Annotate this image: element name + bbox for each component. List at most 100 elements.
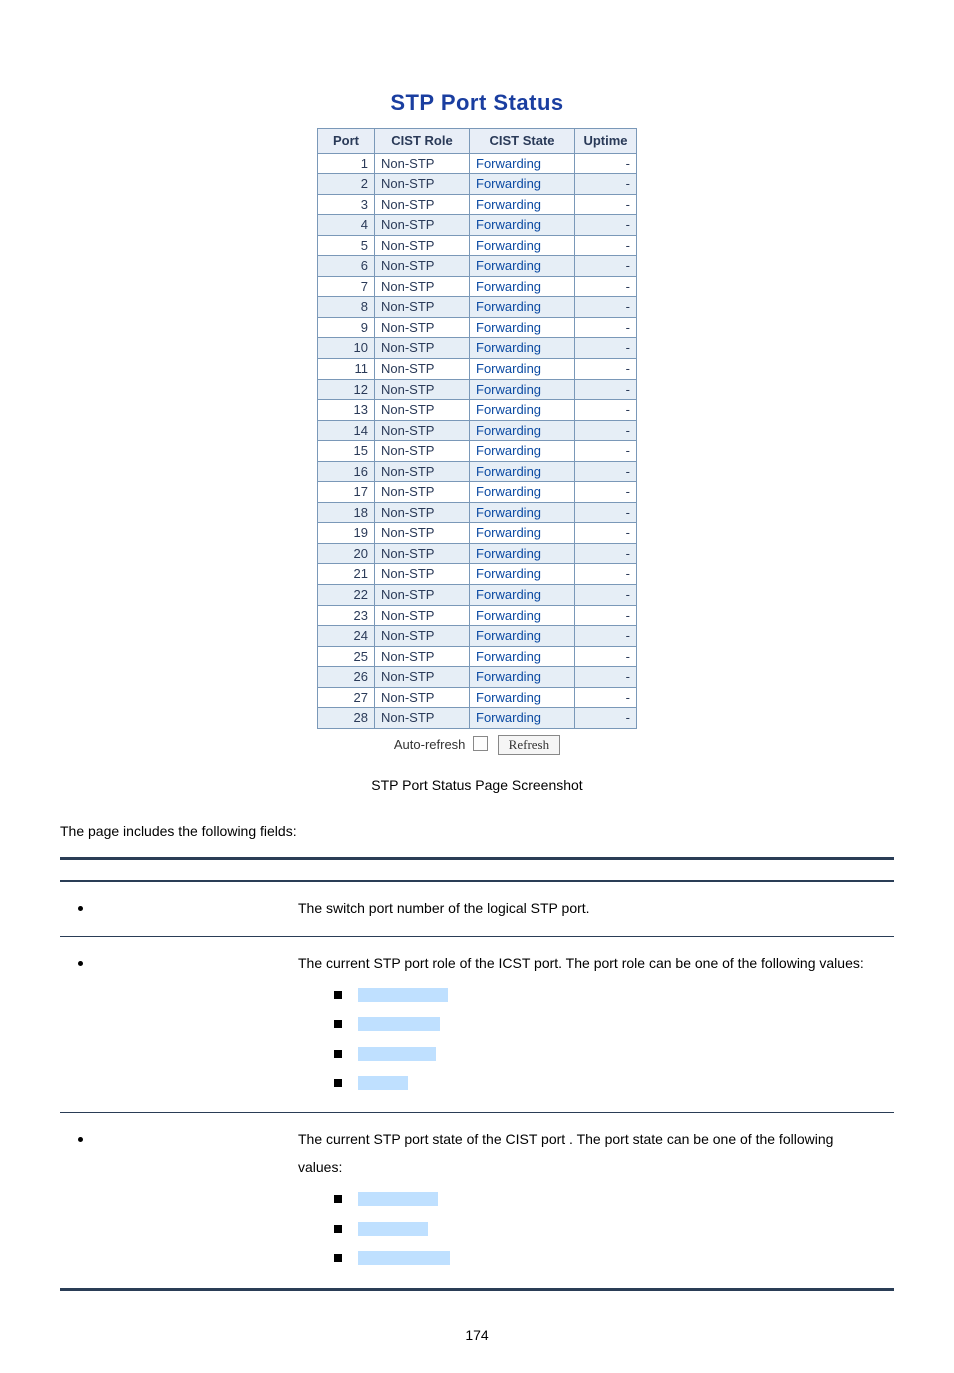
table-row: 6Non-STPForwarding-	[318, 256, 637, 277]
uptime-cell: -	[575, 256, 637, 277]
table-row: 12Non-STPForwarding-	[318, 379, 637, 400]
uptime-cell: -	[575, 461, 637, 482]
state-cell: Forwarding	[470, 543, 575, 564]
port-cell: 7	[318, 276, 375, 297]
table-row: 18Non-STPForwarding-	[318, 502, 637, 523]
role-cell: Non-STP	[375, 482, 470, 503]
port-cell: 5	[318, 235, 375, 256]
uptime-cell: -	[575, 359, 637, 380]
state-cell: Forwarding	[470, 441, 575, 462]
table-row: 15Non-STPForwarding-	[318, 441, 637, 462]
port-cell: 13	[318, 400, 375, 421]
page-number: 174	[60, 1327, 894, 1343]
port-cell: 12	[318, 379, 375, 400]
state-cell: Forwarding	[470, 235, 575, 256]
auto-refresh-label: Auto-refresh	[394, 737, 466, 752]
redacted-value	[358, 1251, 450, 1265]
port-cell: 8	[318, 297, 375, 318]
role-cell: Non-STP	[375, 420, 470, 441]
redacted-value	[358, 1222, 428, 1236]
role-cell: Non-STP	[375, 646, 470, 667]
state-cell: Forwarding	[470, 646, 575, 667]
uptime-cell: -	[575, 297, 637, 318]
state-cell: Forwarding	[470, 605, 575, 626]
port-cell: 6	[318, 256, 375, 277]
desc-row-cist-state: The current STP port state of the CIST p…	[60, 1113, 894, 1289]
uptime-cell: -	[575, 400, 637, 421]
state-cell: Forwarding	[470, 564, 575, 585]
redacted-value	[358, 1017, 440, 1031]
redacted-value	[358, 1047, 436, 1061]
uptime-cell: -	[575, 564, 637, 585]
table-row: 27Non-STPForwarding-	[318, 687, 637, 708]
role-cell: Non-STP	[375, 605, 470, 626]
desc-row-port: The switch port number of the logical ST…	[60, 881, 894, 937]
role-cell: Non-STP	[375, 317, 470, 338]
role-cell: Non-STP	[375, 708, 470, 729]
uptime-cell: -	[575, 626, 637, 647]
role-cell: Non-STP	[375, 626, 470, 647]
table-row: 24Non-STPForwarding-	[318, 626, 637, 647]
uptime-cell: -	[575, 379, 637, 400]
auto-refresh-checkbox[interactable]	[473, 736, 488, 751]
port-cell: 19	[318, 523, 375, 544]
bullet-icon	[78, 961, 83, 966]
square-icon	[334, 1079, 342, 1087]
port-cell: 17	[318, 482, 375, 503]
state-values-list	[334, 1185, 880, 1273]
bullet-icon	[78, 1137, 83, 1142]
col-uptime: Uptime	[575, 129, 637, 154]
role-values-list	[334, 981, 880, 1099]
state-cell: Forwarding	[470, 461, 575, 482]
square-icon	[334, 1225, 342, 1233]
role-cell: Non-STP	[375, 235, 470, 256]
uptime-cell: -	[575, 687, 637, 708]
port-cell: 28	[318, 708, 375, 729]
role-cell: Non-STP	[375, 667, 470, 688]
table-row: 21Non-STPForwarding-	[318, 564, 637, 585]
fields-description-table: The switch port number of the logical ST…	[60, 857, 894, 1291]
uptime-cell: -	[575, 194, 637, 215]
square-icon	[334, 1195, 342, 1203]
role-cell: Non-STP	[375, 523, 470, 544]
role-cell: Non-STP	[375, 194, 470, 215]
role-cell: Non-STP	[375, 215, 470, 236]
state-cell: Forwarding	[470, 338, 575, 359]
square-icon	[334, 1020, 342, 1028]
port-cell: 2	[318, 174, 375, 195]
table-row: 26Non-STPForwarding-	[318, 667, 637, 688]
table-row: 3Non-STPForwarding-	[318, 194, 637, 215]
desc-row-cist-role: The current STP port role of the ICST po…	[60, 936, 894, 1113]
table-row: 20Non-STPForwarding-	[318, 543, 637, 564]
state-cell: Forwarding	[470, 708, 575, 729]
port-cell: 10	[318, 338, 375, 359]
state-cell: Forwarding	[470, 297, 575, 318]
role-cell: Non-STP	[375, 543, 470, 564]
refresh-button[interactable]: Refresh	[498, 735, 560, 755]
desc-text: The current STP port role of the ICST po…	[298, 955, 864, 971]
table-row: 16Non-STPForwarding-	[318, 461, 637, 482]
role-cell: Non-STP	[375, 461, 470, 482]
state-cell: Forwarding	[470, 276, 575, 297]
role-cell: Non-STP	[375, 400, 470, 421]
table-row: 22Non-STPForwarding-	[318, 585, 637, 606]
state-cell: Forwarding	[470, 317, 575, 338]
table-row: 5Non-STPForwarding-	[318, 235, 637, 256]
role-cell: Non-STP	[375, 502, 470, 523]
uptime-cell: -	[575, 585, 637, 606]
table-row: 10Non-STPForwarding-	[318, 338, 637, 359]
uptime-cell: -	[575, 276, 637, 297]
col-port: Port	[318, 129, 375, 154]
role-cell: Non-STP	[375, 276, 470, 297]
state-cell: Forwarding	[470, 400, 575, 421]
table-row: 8Non-STPForwarding-	[318, 297, 637, 318]
uptime-cell: -	[575, 543, 637, 564]
refresh-row: Auto-refresh Refresh	[317, 729, 637, 761]
redacted-value	[358, 1076, 408, 1090]
uptime-cell: -	[575, 523, 637, 544]
square-icon	[334, 1254, 342, 1262]
table-row: 7Non-STPForwarding-	[318, 276, 637, 297]
state-cell: Forwarding	[470, 153, 575, 174]
state-cell: Forwarding	[470, 194, 575, 215]
role-cell: Non-STP	[375, 379, 470, 400]
